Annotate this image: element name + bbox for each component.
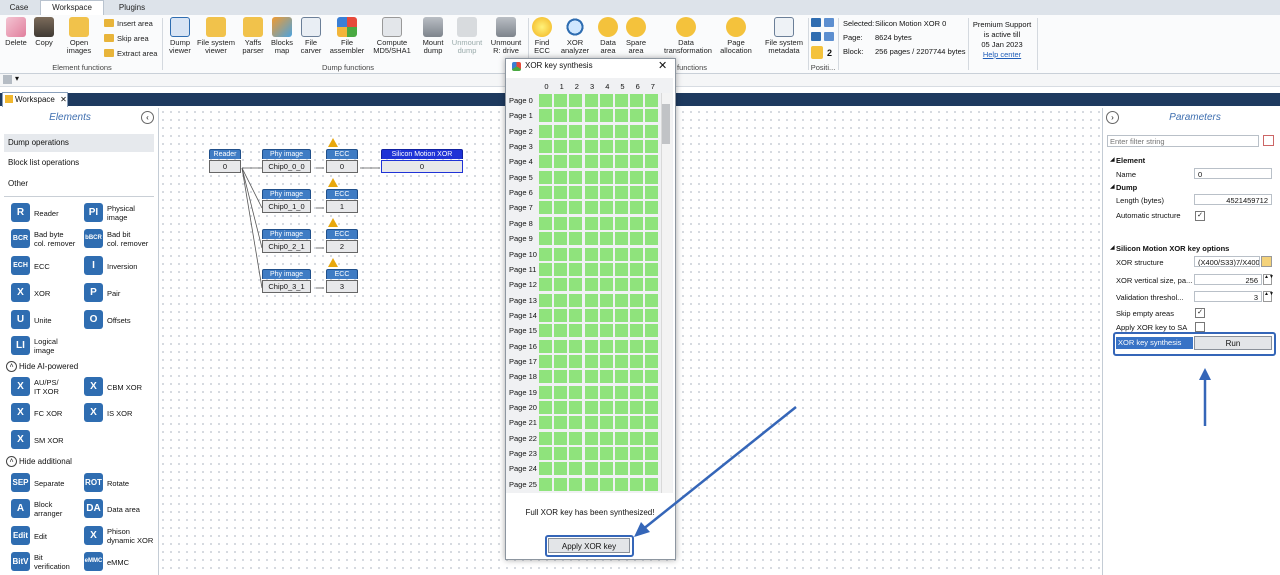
arrowhead	[1199, 368, 1211, 380]
arrow-to-apply	[641, 406, 797, 531]
annotation-arrows	[634, 368, 1211, 537]
